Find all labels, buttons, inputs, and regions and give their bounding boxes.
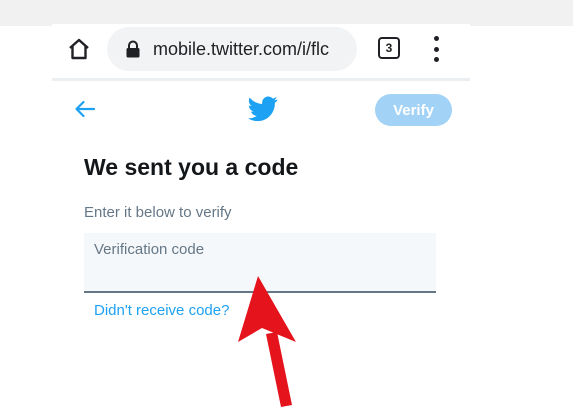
twitter-bird-icon	[248, 96, 278, 122]
home-button[interactable]	[64, 34, 94, 64]
lock-icon	[126, 40, 140, 58]
more-vert-icon	[433, 36, 439, 41]
address-bar[interactable]: mobile.twitter.com/i/flc	[107, 27, 357, 71]
top-strip	[0, 0, 573, 26]
resend-code-link[interactable]: Didn't receive code?	[94, 302, 229, 319]
tab-switcher-button[interactable]: 3	[378, 37, 400, 59]
url-text: mobile.twitter.com/i/flc	[153, 38, 330, 59]
more-menu-button[interactable]	[428, 36, 444, 62]
verify-button[interactable]: Verify	[375, 94, 452, 126]
home-icon	[69, 38, 89, 60]
red-arrow-annotation	[238, 276, 296, 407]
toolbar-divider	[52, 78, 470, 81]
page-subtitle: Enter it below to verify	[84, 204, 232, 221]
back-arrow-icon[interactable]	[72, 97, 98, 121]
page-title: We sent you a code	[84, 154, 299, 180]
